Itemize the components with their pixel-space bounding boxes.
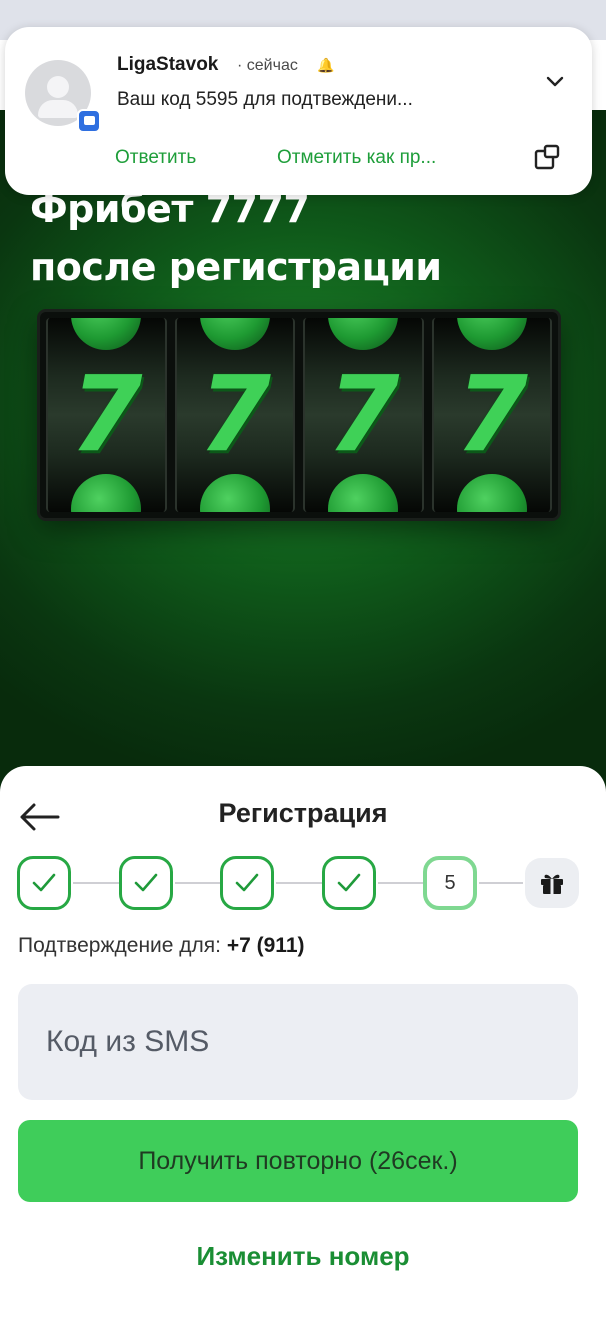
reel-symbol: 7 <box>70 353 143 475</box>
registration-sheet: Регистрация 5 Подтверждение для: +7 (911… <box>0 766 606 1319</box>
ball-icon <box>328 474 399 512</box>
check-icon <box>134 873 158 892</box>
ball-icon <box>456 474 527 512</box>
reel-symbol: 7 <box>198 353 271 475</box>
slot-reel: 7 <box>303 318 424 512</box>
page-title: Регистрация <box>218 798 388 828</box>
mark-as-read-button[interactable]: Отметить как пр... <box>277 147 436 169</box>
notification-time-text: сейчас <box>246 57 298 74</box>
reel-symbol: 7 <box>455 353 528 475</box>
notification-message: Ваш код 5595 для подтвеждени... <box>117 89 413 110</box>
check-icon <box>32 873 56 892</box>
gift-icon <box>541 874 563 894</box>
step-connector <box>479 882 523 884</box>
sms-code-input[interactable] <box>18 984 578 1100</box>
ball-icon <box>328 318 399 350</box>
check-icon <box>337 873 361 892</box>
slot-reel: 7 <box>431 318 552 512</box>
bell-icon: 🔔 <box>317 57 335 73</box>
expand-window-icon[interactable] <box>533 143 561 171</box>
slot-reel: 7 <box>174 318 295 512</box>
resend-code-button[interactable]: Получить повторно (26сек.) <box>18 1120 578 1202</box>
step-3-done <box>220 856 274 910</box>
check-icon <box>235 873 259 892</box>
person-icon <box>47 76 69 98</box>
step-5-current: 5 <box>423 856 477 910</box>
slot-reel: 7 <box>46 318 167 512</box>
registration-stepper: 5 <box>17 854 582 910</box>
notification-time: · сейчас <box>237 57 298 74</box>
confirmation-text: Подтверждение для: +7 (911) <box>18 934 305 958</box>
step-connector <box>276 882 322 884</box>
sms-notification[interactable]: LigaStavok · сейчас 🔔 Ваш код 5595 для п… <box>5 27 592 195</box>
step-number: 5 <box>444 871 456 894</box>
ball-icon <box>199 474 270 512</box>
chevron-down-icon[interactable] <box>543 69 567 93</box>
reply-button[interactable]: Ответить <box>115 147 196 169</box>
notification-app-name: LigaStavok <box>117 54 219 75</box>
step-connector <box>175 882 221 884</box>
promo-title-line-2: после регистрации <box>30 245 442 289</box>
step-4-done <box>322 856 376 910</box>
step-connector <box>73 882 119 884</box>
reel-symbol: 7 <box>327 353 400 475</box>
ball-icon <box>71 318 142 350</box>
ball-icon <box>71 474 142 512</box>
confirmation-label: Подтверждение для: <box>18 934 221 957</box>
step-1-done <box>17 856 71 910</box>
ball-icon <box>456 318 527 350</box>
change-number-link[interactable]: Изменить номер <box>0 1241 606 1272</box>
step-connector <box>378 882 424 884</box>
ball-icon <box>199 318 270 350</box>
step-2-done <box>119 856 173 910</box>
phone-number: +7 (911) <box>226 934 305 957</box>
messages-app-icon <box>77 109 101 133</box>
gift-step <box>525 858 579 908</box>
promo-banner: Фрибет 7777 после регистрации 7 7 7 7 <box>0 110 606 810</box>
person-icon-body <box>38 100 78 118</box>
slot-machine: 7 7 7 7 <box>40 312 558 518</box>
promo-title: Фрибет 7777 после регистрации <box>30 180 442 296</box>
